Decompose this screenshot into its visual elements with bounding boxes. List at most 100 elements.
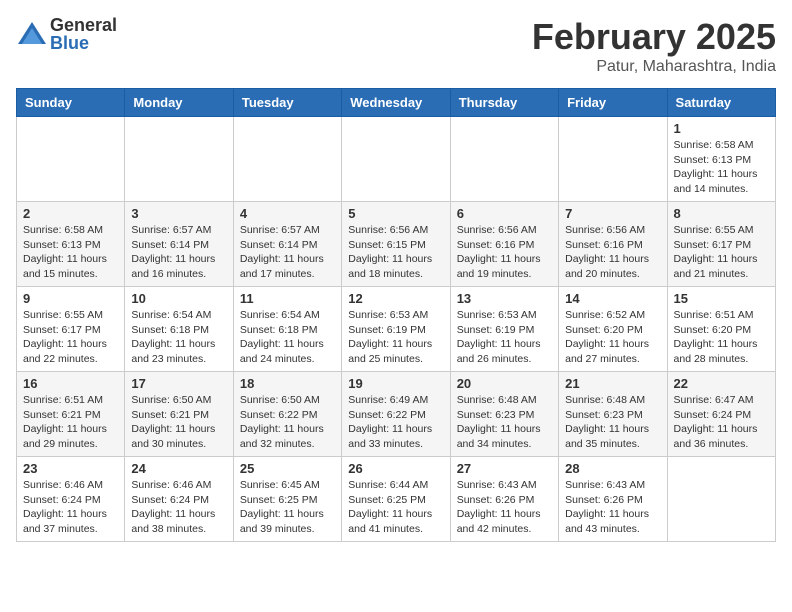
day-info: Sunrise: 6:49 AM Sunset: 6:22 PM Dayligh… bbox=[348, 393, 443, 452]
logo-blue-text: Blue bbox=[50, 34, 117, 52]
day-cell-15: 15 Sunrise: 6:51 AM Sunset: 6:20 PM Dayli… bbox=[667, 287, 775, 372]
empty-cell bbox=[17, 117, 125, 202]
day-cell-12: 12 Sunrise: 6:53 AM Sunset: 6:19 PM Dayli… bbox=[342, 287, 450, 372]
col-header-wednesday: Wednesday bbox=[342, 89, 450, 117]
day-number: 4 bbox=[240, 206, 335, 221]
col-header-tuesday: Tuesday bbox=[233, 89, 341, 117]
day-number: 19 bbox=[348, 376, 443, 391]
day-number: 16 bbox=[23, 376, 118, 391]
day-info: Sunrise: 6:57 AM Sunset: 6:14 PM Dayligh… bbox=[240, 223, 335, 282]
day-info: Sunrise: 6:44 AM Sunset: 6:25 PM Dayligh… bbox=[348, 478, 443, 537]
day-cell-6: 6Sunrise: 6:56 AM Sunset: 6:16 PM Daylig… bbox=[450, 202, 558, 287]
logo-icon bbox=[16, 20, 48, 48]
day-number: 9 bbox=[23, 291, 118, 306]
month-title: February 2025 bbox=[532, 16, 776, 58]
day-number: 5 bbox=[348, 206, 443, 221]
day-info: Sunrise: 6:58 AM Sunset: 6:13 PM Dayligh… bbox=[23, 223, 118, 282]
day-cell-28: 28 Sunrise: 6:43 AM Sunset: 6:26 PM Dayli… bbox=[559, 457, 667, 542]
day-info: Sunrise: 6:54 AM Sunset: 6:18 PM Dayligh… bbox=[131, 308, 226, 367]
week-row-5: 23 Sunrise: 6:46 AM Sunset: 6:24 PM Dayli… bbox=[17, 457, 776, 542]
day-info: Sunrise: 6:55 AM Sunset: 6:17 PM Dayligh… bbox=[23, 308, 118, 367]
day-cell-23: 23 Sunrise: 6:46 AM Sunset: 6:24 PM Dayli… bbox=[17, 457, 125, 542]
day-cell-20: 20 Sunrise: 6:48 AM Sunset: 6:23 PM Dayli… bbox=[450, 372, 558, 457]
empty-cell bbox=[559, 117, 667, 202]
day-cell-3: 3Sunrise: 6:57 AM Sunset: 6:14 PM Daylig… bbox=[125, 202, 233, 287]
day-info: Sunrise: 6:56 AM Sunset: 6:16 PM Dayligh… bbox=[457, 223, 552, 282]
day-cell-24: 24Sunrise: 6:46 AM Sunset: 6:24 PM Dayli… bbox=[125, 457, 233, 542]
day-cell-17: 17Sunrise: 6:50 AM Sunset: 6:21 PM Dayli… bbox=[125, 372, 233, 457]
day-number: 10 bbox=[131, 291, 226, 306]
day-info: Sunrise: 6:48 AM Sunset: 6:23 PM Dayligh… bbox=[565, 393, 660, 452]
day-number: 25 bbox=[240, 461, 335, 476]
day-number: 18 bbox=[240, 376, 335, 391]
day-cell-13: 13Sunrise: 6:53 AM Sunset: 6:19 PM Dayli… bbox=[450, 287, 558, 372]
day-number: 12 bbox=[348, 291, 443, 306]
day-info: Sunrise: 6:54 AM Sunset: 6:18 PM Dayligh… bbox=[240, 308, 335, 367]
day-info: Sunrise: 6:50 AM Sunset: 6:22 PM Dayligh… bbox=[240, 393, 335, 452]
day-cell-27: 27Sunrise: 6:43 AM Sunset: 6:26 PM Dayli… bbox=[450, 457, 558, 542]
day-info: Sunrise: 6:47 AM Sunset: 6:24 PM Dayligh… bbox=[674, 393, 769, 452]
day-cell-10: 10 Sunrise: 6:54 AM Sunset: 6:18 PM Dayli… bbox=[125, 287, 233, 372]
day-info: Sunrise: 6:43 AM Sunset: 6:26 PM Dayligh… bbox=[565, 478, 660, 537]
col-header-monday: Monday bbox=[125, 89, 233, 117]
logo: General Blue bbox=[16, 16, 117, 52]
day-info: Sunrise: 6:46 AM Sunset: 6:24 PM Dayligh… bbox=[131, 478, 226, 537]
day-cell-5: 5 Sunrise: 6:56 AM Sunset: 6:15 PM Daylig… bbox=[342, 202, 450, 287]
day-cell-1: 1 Sunrise: 6:58 AM Sunset: 6:13 PM Daylig… bbox=[667, 117, 775, 202]
day-info: Sunrise: 6:45 AM Sunset: 6:25 PM Dayligh… bbox=[240, 478, 335, 537]
week-row-3: 9 Sunrise: 6:55 AM Sunset: 6:17 PM Daylig… bbox=[17, 287, 776, 372]
day-info: Sunrise: 6:58 AM Sunset: 6:13 PM Dayligh… bbox=[674, 138, 769, 197]
week-row-2: 2Sunrise: 6:58 AM Sunset: 6:13 PM Daylig… bbox=[17, 202, 776, 287]
day-number: 20 bbox=[457, 376, 552, 391]
day-info: Sunrise: 6:48 AM Sunset: 6:23 PM Dayligh… bbox=[457, 393, 552, 452]
col-header-thursday: Thursday bbox=[450, 89, 558, 117]
header: General Blue February 2025 Patur, Mahara… bbox=[16, 16, 776, 76]
day-number: 11 bbox=[240, 291, 335, 306]
day-cell-8: 8 Sunrise: 6:55 AM Sunset: 6:17 PM Daylig… bbox=[667, 202, 775, 287]
day-info: Sunrise: 6:43 AM Sunset: 6:26 PM Dayligh… bbox=[457, 478, 552, 537]
col-header-sunday: Sunday bbox=[17, 89, 125, 117]
day-number: 17 bbox=[131, 376, 226, 391]
day-number: 3 bbox=[131, 206, 226, 221]
day-info: Sunrise: 6:56 AM Sunset: 6:15 PM Dayligh… bbox=[348, 223, 443, 282]
col-header-friday: Friday bbox=[559, 89, 667, 117]
logo-text: General Blue bbox=[50, 16, 117, 52]
day-number: 23 bbox=[23, 461, 118, 476]
day-cell-19: 19 Sunrise: 6:49 AM Sunset: 6:22 PM Dayli… bbox=[342, 372, 450, 457]
day-number: 26 bbox=[348, 461, 443, 476]
empty-cell bbox=[450, 117, 558, 202]
day-number: 22 bbox=[674, 376, 769, 391]
day-info: Sunrise: 6:46 AM Sunset: 6:24 PM Dayligh… bbox=[23, 478, 118, 537]
day-cell-7: 7 Sunrise: 6:56 AM Sunset: 6:16 PM Daylig… bbox=[559, 202, 667, 287]
day-number: 7 bbox=[565, 206, 660, 221]
location: Patur, Maharashtra, India bbox=[532, 58, 776, 76]
day-info: Sunrise: 6:55 AM Sunset: 6:17 PM Dayligh… bbox=[674, 223, 769, 282]
day-cell-21: 21Sunrise: 6:48 AM Sunset: 6:23 PM Dayli… bbox=[559, 372, 667, 457]
empty-cell bbox=[233, 117, 341, 202]
day-info: Sunrise: 6:53 AM Sunset: 6:19 PM Dayligh… bbox=[348, 308, 443, 367]
empty-cell bbox=[667, 457, 775, 542]
day-cell-16: 16Sunrise: 6:51 AM Sunset: 6:21 PM Dayli… bbox=[17, 372, 125, 457]
day-number: 28 bbox=[565, 461, 660, 476]
day-info: Sunrise: 6:52 AM Sunset: 6:20 PM Dayligh… bbox=[565, 308, 660, 367]
day-info: Sunrise: 6:53 AM Sunset: 6:19 PM Dayligh… bbox=[457, 308, 552, 367]
logo-general-text: General bbox=[50, 16, 117, 34]
day-cell-22: 22 Sunrise: 6:47 AM Sunset: 6:24 PM Dayli… bbox=[667, 372, 775, 457]
day-number: 8 bbox=[674, 206, 769, 221]
day-info: Sunrise: 6:56 AM Sunset: 6:16 PM Dayligh… bbox=[565, 223, 660, 282]
col-header-saturday: Saturday bbox=[667, 89, 775, 117]
day-info: Sunrise: 6:51 AM Sunset: 6:20 PM Dayligh… bbox=[674, 308, 769, 367]
day-cell-26: 26 Sunrise: 6:44 AM Sunset: 6:25 PM Dayli… bbox=[342, 457, 450, 542]
day-cell-2: 2Sunrise: 6:58 AM Sunset: 6:13 PM Daylig… bbox=[17, 202, 125, 287]
week-row-4: 16Sunrise: 6:51 AM Sunset: 6:21 PM Dayli… bbox=[17, 372, 776, 457]
empty-cell bbox=[342, 117, 450, 202]
calendar: SundayMondayTuesdayWednesdayThursdayFrid… bbox=[16, 88, 776, 542]
week-row-1: 1 Sunrise: 6:58 AM Sunset: 6:13 PM Daylig… bbox=[17, 117, 776, 202]
day-cell-9: 9 Sunrise: 6:55 AM Sunset: 6:17 PM Daylig… bbox=[17, 287, 125, 372]
day-number: 14 bbox=[565, 291, 660, 306]
day-cell-14: 14 Sunrise: 6:52 AM Sunset: 6:20 PM Dayli… bbox=[559, 287, 667, 372]
day-number: 1 bbox=[674, 121, 769, 136]
day-number: 15 bbox=[674, 291, 769, 306]
title-area: February 2025 Patur, Maharashtra, India bbox=[532, 16, 776, 76]
day-cell-11: 11 Sunrise: 6:54 AM Sunset: 6:18 PM Dayli… bbox=[233, 287, 341, 372]
